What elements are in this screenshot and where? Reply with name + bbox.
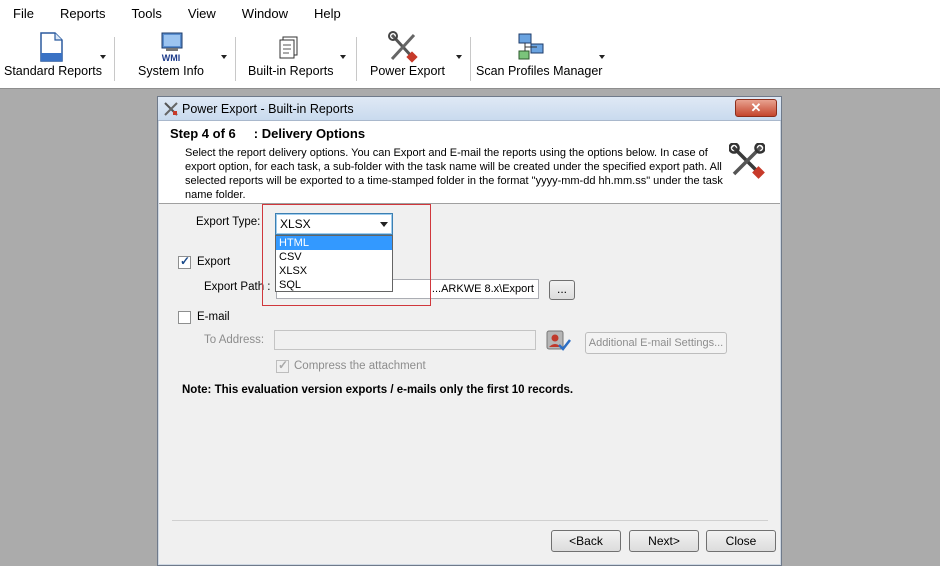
- system-info-dropdown-arrow[interactable]: [221, 55, 227, 59]
- menu-help[interactable]: Help: [301, 3, 354, 25]
- step-title: Step 4 of 6 : Delivery Options: [170, 126, 366, 141]
- step-description: Select the report delivery options. You …: [185, 147, 723, 201]
- tools-icon: [729, 143, 765, 179]
- menu-file[interactable]: File: [0, 3, 47, 25]
- reports-icon: [279, 36, 298, 59]
- close-icon: ✕: [750, 100, 762, 115]
- export-type-value: XLSX: [280, 217, 311, 231]
- menu-window[interactable]: Window: [229, 3, 301, 25]
- dialog-titlebar[interactable]: Power Export - Built-in Reports ✕: [158, 97, 781, 121]
- email-checkbox-label: E-mail: [197, 311, 230, 323]
- footer-separator: [172, 520, 768, 521]
- system-info-label: System Info: [138, 64, 204, 78]
- standard-reports-button[interactable]: Standard Reports: [0, 27, 110, 87]
- to-address-label: To Address:: [204, 334, 265, 346]
- evaluation-note: Note: This evaluation version exports / …: [182, 384, 574, 396]
- toolbar: Standard Reports WMI System Info Built-i…: [0, 27, 940, 89]
- menu-bar: File Reports Tools View Window Help: [0, 0, 940, 27]
- tools-icon: [388, 31, 418, 63]
- export-type-select[interactable]: XLSX: [275, 213, 393, 235]
- compress-attachment-label: Compress the attachment: [294, 360, 426, 372]
- dialog-title: Power Export - Built-in Reports: [182, 102, 354, 116]
- network-computers-icon: [518, 33, 544, 60]
- power-export-dialog: Power Export - Built-in Reports ✕ Step 4…: [157, 96, 782, 566]
- address-book-icon[interactable]: [545, 329, 571, 353]
- chevron-down-icon[interactable]: [380, 222, 388, 227]
- export-type-option-html[interactable]: HTML: [276, 236, 392, 250]
- power-export-dropdown-arrow[interactable]: [456, 55, 462, 59]
- back-button[interactable]: <Back: [551, 530, 621, 552]
- export-path-value: ...ARKWE 8.x\Export: [431, 283, 534, 295]
- next-button[interactable]: Next>: [629, 530, 699, 552]
- export-type-dropdown-list: HTML CSV XLSX SQL: [275, 235, 393, 292]
- export-checkbox-label: Export: [197, 256, 231, 268]
- built-in-reports-label: Built-in Reports: [248, 64, 334, 78]
- toolbar-separator: [470, 37, 471, 81]
- dialog-close-button[interactable]: ✕: [735, 99, 777, 117]
- scan-profiles-manager-button[interactable]: Scan Profiles Manager: [476, 27, 610, 87]
- export-path-label: Export Path :: [204, 281, 271, 293]
- export-type-option-xlsx[interactable]: XLSX: [276, 264, 392, 278]
- menu-tools[interactable]: Tools: [118, 3, 174, 25]
- toolbar-separator: [235, 37, 236, 81]
- power-export-label: Power Export: [370, 64, 446, 78]
- standard-reports-label: Standard Reports: [4, 64, 102, 78]
- standard-reports-dropdown-arrow[interactable]: [100, 55, 106, 59]
- built-in-reports-button[interactable]: Built-in Reports: [240, 27, 350, 87]
- wmi-computer-icon: WMI: [161, 32, 183, 63]
- export-checkbox[interactable]: [178, 254, 191, 269]
- built-in-reports-dropdown-arrow[interactable]: [340, 55, 346, 59]
- export-type-label: Export Type:: [196, 216, 261, 228]
- export-type-option-csv[interactable]: CSV: [276, 250, 392, 264]
- scan-profiles-manager-dropdown-arrow[interactable]: [599, 55, 605, 59]
- menu-reports[interactable]: Reports: [47, 3, 119, 25]
- toolbar-separator: [356, 37, 357, 81]
- system-info-button[interactable]: WMI System Info: [120, 27, 230, 87]
- svg-text:WMI: WMI: [162, 53, 181, 63]
- tools-icon: [164, 102, 178, 116]
- email-checkbox[interactable]: [178, 311, 191, 324]
- power-export-button[interactable]: Power Export: [362, 27, 466, 87]
- menu-view[interactable]: View: [175, 3, 229, 25]
- toolbar-separator: [114, 37, 115, 81]
- document-icon: [40, 32, 63, 62]
- export-type-option-sql[interactable]: SQL: [276, 278, 392, 292]
- wizard-header: Step 4 of 6 : Delivery Options Select th…: [159, 121, 780, 204]
- additional-email-settings-button[interactable]: Additional E-mail Settings...: [585, 332, 727, 354]
- scan-profiles-manager-label: Scan Profiles Manager: [476, 64, 603, 78]
- to-address-input[interactable]: [274, 330, 536, 350]
- browse-button[interactable]: ...: [549, 280, 575, 300]
- close-button[interactable]: Close: [706, 530, 776, 552]
- compress-attachment-checkbox[interactable]: [276, 358, 289, 373]
